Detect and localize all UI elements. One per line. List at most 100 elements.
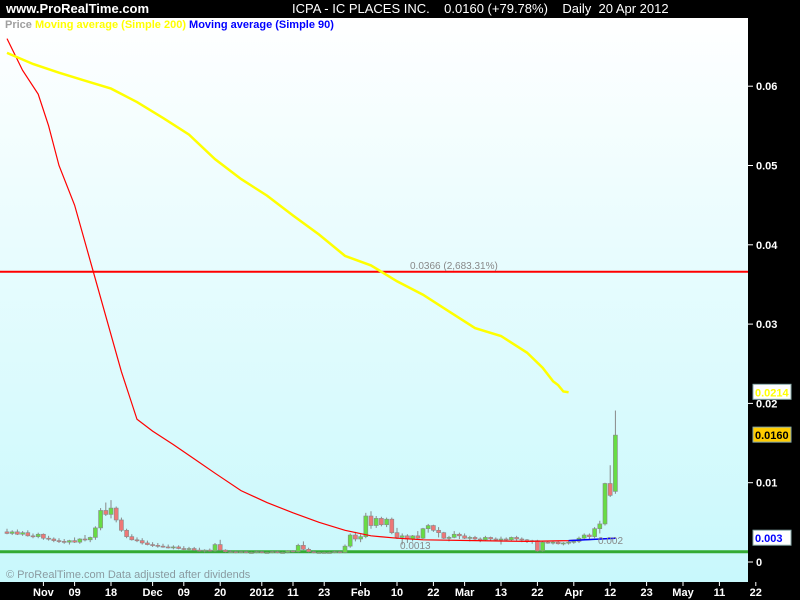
x-tick-label: 12 — [604, 587, 616, 599]
candle — [571, 541, 577, 543]
candle — [30, 535, 36, 538]
candle — [514, 537, 519, 540]
candle — [238, 551, 244, 553]
candle — [108, 507, 114, 515]
candle — [46, 537, 51, 540]
candle — [353, 534, 358, 540]
y-axis-panel — [748, 18, 800, 600]
candle — [587, 534, 592, 537]
candle — [602, 483, 608, 525]
candle — [259, 551, 265, 553]
candle — [176, 546, 181, 549]
candle — [67, 540, 72, 543]
candle — [119, 519, 124, 531]
support-label: 0.0013 — [400, 541, 431, 552]
candle — [379, 518, 384, 526]
last-price-tag: 0.0160 — [755, 430, 789, 442]
candle — [165, 546, 171, 549]
candle — [197, 549, 202, 552]
candle — [77, 538, 83, 543]
candle — [342, 545, 348, 553]
price-chart[interactable]: 0 0.01 0.02 0.03 0.04 0.05 0.06 Nov 09 18 Dec 09 20 2… — [0, 0, 800, 600]
x-tick-label: Feb — [351, 587, 371, 599]
candle — [561, 542, 566, 545]
candle — [223, 549, 228, 552]
candle — [316, 552, 322, 554]
candle — [613, 434, 618, 492]
candle — [139, 540, 145, 544]
candle — [597, 523, 603, 529]
last-ma200-tag: 0.0214 — [755, 387, 790, 399]
candle — [186, 548, 192, 550]
candle — [493, 538, 499, 541]
candle — [347, 534, 353, 547]
x-tick-label: Nov — [33, 587, 55, 599]
candle — [145, 542, 150, 545]
candle — [249, 552, 254, 554]
candle — [384, 518, 389, 526]
candle — [129, 536, 135, 541]
candle — [51, 538, 57, 541]
candle — [540, 541, 545, 552]
candle — [254, 551, 259, 553]
candle — [441, 532, 447, 539]
candle — [9, 531, 15, 534]
candle — [373, 518, 379, 526]
candle — [607, 483, 613, 496]
candle — [98, 510, 103, 529]
candle — [217, 544, 223, 551]
candle — [202, 549, 207, 552]
x-tick-label: May — [672, 587, 694, 599]
candle — [228, 551, 233, 553]
legend-ma90: Moving average (Simple 90) — [189, 19, 334, 31]
candle — [124, 529, 129, 537]
x-tick-label: 2012 — [250, 587, 274, 599]
candle — [155, 545, 161, 547]
candle — [285, 550, 291, 553]
candle — [535, 540, 540, 552]
x-tick-label: 18 — [105, 587, 117, 599]
candle — [555, 541, 561, 545]
y-tick-label: 0.02 — [756, 398, 777, 410]
plot-area — [0, 18, 748, 582]
x-tick-label: 09 — [68, 587, 80, 599]
candle — [431, 525, 436, 531]
ma-value-label: 0.002 — [598, 536, 623, 547]
x-tick-label: 20 — [214, 587, 226, 599]
candle — [25, 532, 31, 537]
x-tick-label: 22 — [531, 587, 543, 599]
candle — [472, 537, 478, 540]
hline-label: 0.0366 (2,683.31%) — [410, 261, 498, 272]
x-tick-label: 11 — [287, 587, 299, 599]
candle — [368, 515, 374, 526]
candle — [35, 533, 41, 537]
candle — [519, 538, 525, 541]
candle — [280, 552, 285, 554]
candle — [389, 518, 395, 533]
candle — [134, 539, 140, 542]
candle — [321, 552, 327, 554]
x-tick-label: 23 — [318, 587, 330, 599]
candle — [4, 531, 10, 534]
candle — [425, 525, 431, 529]
candle — [415, 535, 421, 539]
candle — [462, 535, 467, 539]
x-tick-label: 10 — [391, 587, 403, 599]
candle — [243, 551, 249, 553]
candle — [56, 540, 62, 542]
y-tick-label: 0.01 — [756, 478, 777, 490]
candle — [275, 551, 280, 553]
candle — [327, 552, 332, 554]
candle — [337, 551, 343, 553]
x-tick-label: 22 — [427, 587, 439, 599]
candle — [15, 531, 20, 535]
x-tick-label: 23 — [640, 587, 652, 599]
candle — [171, 546, 176, 549]
candle — [420, 528, 426, 539]
candle — [61, 541, 67, 543]
candle — [264, 552, 270, 554]
legend: Price Moving average (Simple 200) Moving… — [5, 19, 334, 31]
candle — [509, 537, 514, 541]
candle — [150, 544, 155, 546]
candle — [332, 551, 337, 553]
